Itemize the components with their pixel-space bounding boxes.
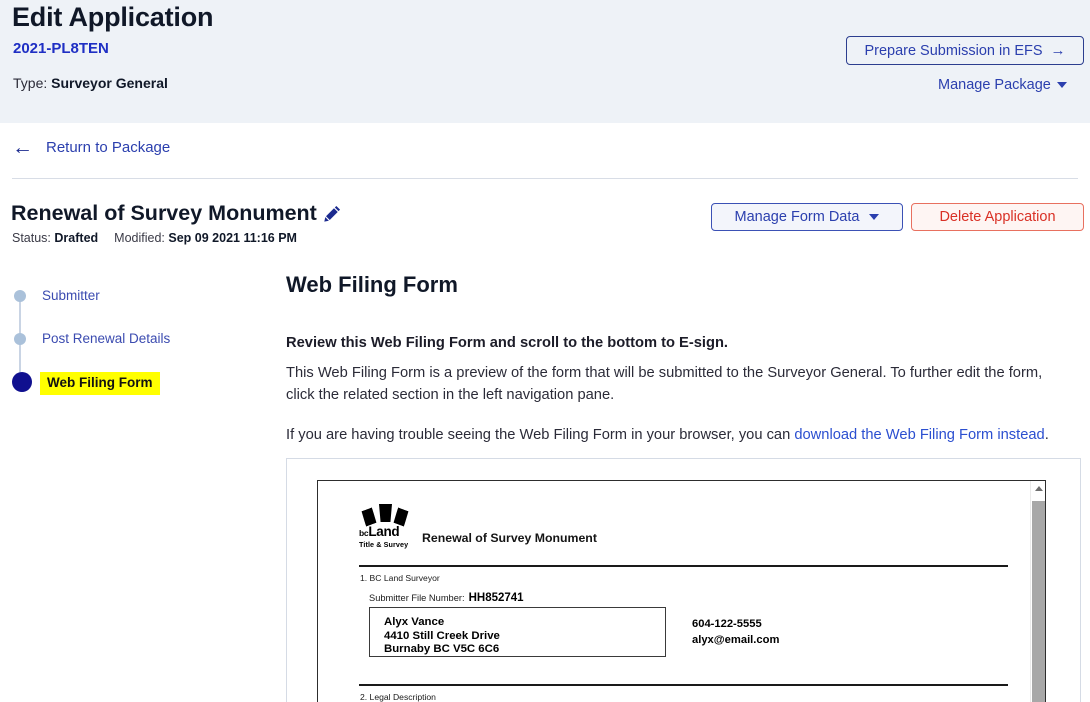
prepare-submission-in-efs-button[interactable]: Prepare Submission in EFS → (846, 36, 1084, 65)
arrow-right-icon: → (1050, 42, 1066, 59)
form-section-nav: Submitter Post Renewal Details Web Filin… (12, 286, 262, 415)
content-trouble-paragraph: If you are having trouble seeing the Web… (286, 425, 1061, 447)
delete-application-button[interactable]: Delete Application (911, 203, 1084, 231)
pdf-address-line-3: Burnaby BC V5C 6C6 (384, 643, 500, 655)
package-type-label: Type: (13, 75, 48, 91)
logo-tagline: Title & Survey (359, 540, 409, 549)
bc-land-title-survey-logo: bcLand Title & Survey (359, 502, 419, 549)
manage-package-label: Manage Package (938, 77, 1051, 93)
pdf-file-number-value: HH852741 (468, 592, 524, 604)
application-title: Renewal of Survey Monument (11, 201, 317, 225)
scroll-up-arrow-icon[interactable] (1031, 481, 1045, 496)
content-heading: Web Filing Form (286, 272, 458, 297)
sidebar-item-label: Submitter (42, 288, 100, 303)
pdf-section-2-heading: 2. Legal Description (360, 692, 436, 702)
package-type: Type: Surveyor General (13, 75, 168, 91)
package-number: 2021-PL8TEN (13, 40, 109, 57)
logo-wordmark: bcLand (359, 525, 419, 540)
pdf-page: bcLand Title & Survey Renewal of Survey … (317, 480, 1046, 702)
pdf-address-box: Alyx Vance 4410 Still Creek Drive Burnab… (369, 607, 666, 657)
download-web-filing-form-link[interactable]: download the Web Filing Form instead (794, 427, 1044, 443)
application-header: Renewal of Survey Monument (11, 201, 341, 226)
modified-field: Modified: Sep 09 2021 11:16 PM (114, 231, 297, 245)
header-divider (12, 178, 1078, 179)
sidebar-item-web-filing-form[interactable]: Web Filing Form (12, 372, 262, 415)
pdf-scrollbar[interactable] (1030, 481, 1045, 702)
pdf-form-title: Renewal of Survey Monument (422, 531, 597, 545)
pdf-address-line-2: 4410 Still Creek Drive (384, 629, 500, 642)
logo-fan-icon (362, 502, 410, 524)
pdf-divider-top (359, 565, 1008, 567)
logo-brand-land: Land (368, 524, 400, 539)
pdf-section-1-heading: 1. BC Land Surveyor (360, 573, 440, 583)
pdf-file-number-label: Submitter File Number: (369, 593, 465, 603)
status-value: Drafted (54, 231, 99, 245)
prepare-submission-label: Prepare Submission in EFS (864, 42, 1043, 59)
logo-fan-right-shape (393, 507, 410, 526)
pdf-address-text: Alyx Vance 4410 Still Creek Drive Burnab… (384, 616, 500, 657)
logo-fan-left-shape (361, 507, 378, 526)
sidebar-item-post-renewal-details[interactable]: Post Renewal Details (12, 329, 262, 372)
application-meta: Status: Drafted Modified: Sep 09 2021 11… (12, 231, 297, 245)
pdf-email: alyx@email.com (692, 633, 780, 646)
edit-pencil-icon[interactable] (324, 205, 341, 222)
trouble-suffix: . (1044, 427, 1049, 443)
manage-form-data-button[interactable]: Manage Form Data (711, 203, 903, 231)
chevron-down-icon (1056, 82, 1067, 88)
main-content: Web Filing Form Review this Web Filing F… (286, 272, 1081, 466)
pdf-submitter-file-number: Submitter File Number: HH852741 (369, 592, 524, 604)
chevron-down-icon (869, 214, 880, 220)
manage-package-menu[interactable]: Manage Package (938, 77, 1067, 93)
pdf-divider-bottom (359, 684, 1008, 686)
step-dot-icon (14, 333, 26, 345)
sidebar-item-submitter[interactable]: Submitter (12, 286, 262, 329)
page-banner: Edit Application 2021-PL8TEN Type: Surve… (0, 0, 1090, 123)
return-to-package-label: Return to Package (46, 139, 171, 156)
status-label: Status: (12, 231, 51, 245)
logo-brand-bc: bc (359, 528, 369, 538)
pdf-phone: 604-122-5555 (692, 618, 762, 630)
content-instruction: Review this Web Filing Form and scroll t… (286, 335, 729, 351)
logo-fan-middle-shape (379, 504, 392, 522)
sidebar-item-label: Post Renewal Details (42, 331, 171, 346)
step-dot-icon (14, 290, 26, 302)
modified-label: Modified: (114, 231, 165, 245)
pdf-contact-info: 604-122-5555 alyx@email.com (692, 617, 779, 648)
return-to-package-link[interactable]: ← Return to Package (12, 137, 170, 158)
package-type-value: Surveyor General (51, 75, 168, 91)
step-dot-icon-active (12, 372, 32, 392)
pdf-address-line-1: Alyx Vance (384, 616, 445, 628)
content-paragraph: This Web Filing Form is a preview of the… (286, 365, 1043, 403)
edit-application-page: Edit Application 2021-PL8TEN Type: Surve… (0, 0, 1090, 702)
trouble-prefix: If you are having trouble seeing the Web… (286, 427, 795, 443)
arrow-left-icon: ← (12, 136, 33, 159)
status-field: Status: Drafted (12, 231, 98, 245)
sidebar-item-label: Web Filing Form (40, 372, 160, 395)
scrollbar-thumb[interactable] (1032, 501, 1045, 702)
manage-form-data-label: Manage Form Data (734, 209, 860, 225)
modified-value: Sep 09 2021 11:16 PM (168, 231, 297, 245)
page-title: Edit Application (12, 2, 214, 32)
web-filing-form-preview-container: bcLand Title & Survey Renewal of Survey … (286, 458, 1081, 702)
